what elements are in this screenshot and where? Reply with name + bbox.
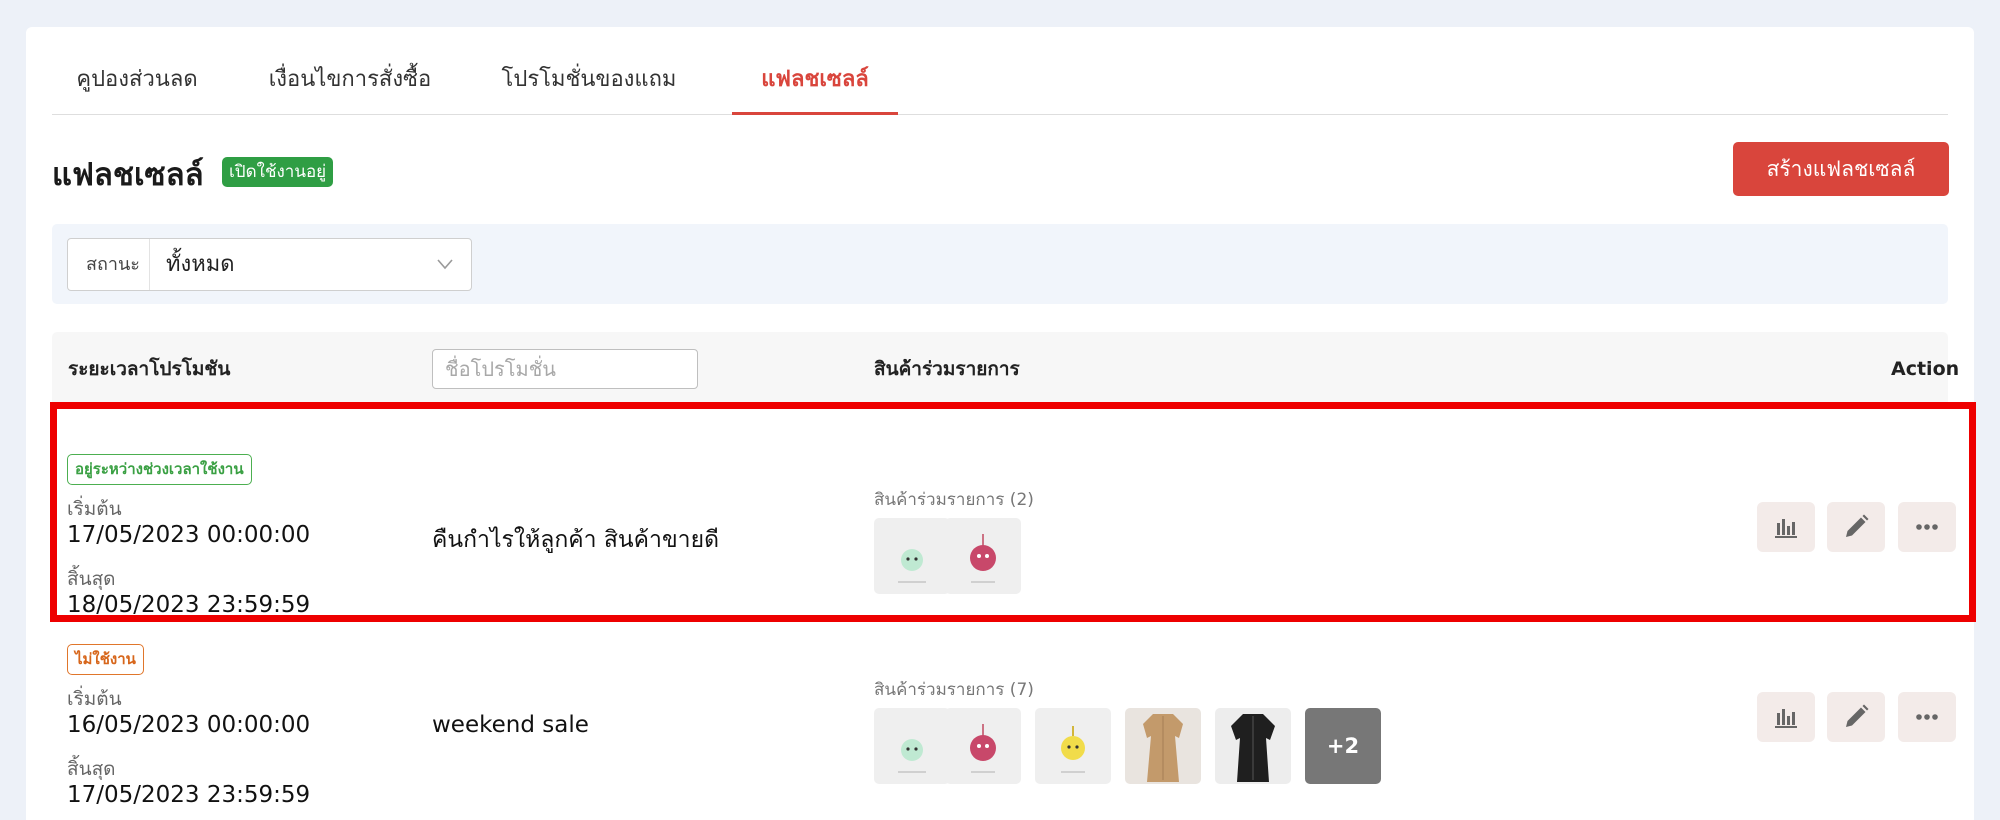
- status-badge: เปิดใช้งานอยู่: [222, 157, 334, 187]
- end-datetime: 17/05/2023 23:59:59: [67, 782, 311, 808]
- row-state-badge: ไม่ใช้งาน: [67, 644, 144, 675]
- column-action: Action: [1891, 358, 1960, 380]
- pink-plush-icon: [970, 534, 996, 583]
- end-label: สิ้นสุด: [67, 758, 116, 780]
- yellow-plush-icon: [1061, 726, 1085, 773]
- product-thumbnail[interactable]: [945, 518, 1021, 594]
- products-count-label: สินค้าร่วมรายการ (2): [874, 490, 1034, 510]
- tan-dress-icon: [1143, 714, 1183, 782]
- status-select-value: ทั้งหมด: [166, 252, 235, 277]
- row-state-badge: อยู่ระหว่างช่วงเวลาใช้งาน: [67, 454, 252, 485]
- start-datetime: 16/05/2023 00:00:00: [67, 712, 311, 738]
- status-select-label: สถานะ: [86, 254, 140, 275]
- product-thumbnail[interactable]: [1215, 708, 1291, 784]
- tab-flash-sale[interactable]: แฟลชเซลล์: [732, 61, 898, 115]
- edit-icon: [1846, 514, 1869, 537]
- tab-bar: คูปองส่วนลด เงื่อนไขการสั่งซื้อ โปรโมชั่…: [52, 27, 1948, 115]
- pink-plush-icon: [970, 724, 996, 773]
- product-thumbnail[interactable]: [1125, 708, 1201, 784]
- table-row: ไม่ใช้งาน เริ่มต้น 16/05/2023 00:00:00 ส…: [52, 618, 1956, 820]
- black-dress-icon: [1231, 714, 1275, 782]
- start-label: เริ่มต้น: [67, 688, 122, 710]
- product-thumbnail[interactable]: [874, 518, 950, 594]
- more-products-count: +2: [1326, 734, 1360, 758]
- table-row: อยู่ระหว่างช่วงเวลาใช้งาน เริ่มต้น 17/05…: [52, 406, 1956, 618]
- start-datetime: 17/05/2023 00:00:00: [67, 522, 311, 548]
- stats-button[interactable]: [1757, 692, 1815, 742]
- select-divider: [149, 239, 150, 290]
- edit-button[interactable]: [1827, 502, 1885, 552]
- more-products-thumbnail[interactable]: +2: [1305, 708, 1381, 784]
- stats-icon: [1775, 519, 1797, 538]
- product-thumbnail[interactable]: [874, 708, 950, 784]
- chevron-down-icon: [437, 259, 453, 270]
- green-plush-icon: [898, 549, 926, 583]
- more-icon: [1916, 524, 1938, 530]
- stats-icon: [1775, 709, 1797, 728]
- promotion-name: weekend sale: [432, 712, 589, 738]
- end-datetime: 18/05/2023 23:59:59: [67, 592, 311, 618]
- promotion-name: คืนกำไรให้ลูกค้า สินค้าขายดี: [432, 527, 720, 553]
- tab-order-condition[interactable]: เงื่อนไขการสั่งซื้อ: [252, 61, 448, 115]
- tab-coupon[interactable]: คูปองส่วนลด: [74, 61, 200, 115]
- edit-button[interactable]: [1827, 692, 1885, 742]
- end-label: สิ้นสุด: [67, 568, 116, 590]
- more-icon: [1916, 714, 1938, 720]
- promotion-name-search-input[interactable]: [432, 349, 698, 389]
- more-options-button[interactable]: [1898, 692, 1956, 742]
- status-select[interactable]: สถานะ ทั้งหมด: [67, 238, 472, 291]
- tab-free-gift[interactable]: โปรโมชั่นของแถม: [492, 61, 686, 115]
- product-thumbnail[interactable]: [945, 708, 1021, 784]
- product-thumbnail[interactable]: [1035, 708, 1111, 784]
- products-count-label: สินค้าร่วมรายการ (7): [874, 680, 1034, 700]
- column-period: ระยะเวลาโปรโมชัน: [68, 358, 231, 380]
- edit-icon: [1846, 704, 1869, 727]
- page-title: แฟลชเซลล์: [52, 157, 204, 193]
- main-card: คูปองส่วนลด เงื่อนไขการสั่งซื้อ โปรโมชั่…: [26, 27, 1974, 820]
- start-label: เริ่มต้น: [67, 498, 122, 520]
- more-options-button[interactable]: [1898, 502, 1956, 552]
- stats-button[interactable]: [1757, 502, 1815, 552]
- create-flash-sale-button[interactable]: สร้างแฟลชเซลล์: [1733, 142, 1949, 196]
- green-plush-icon: [898, 739, 926, 773]
- column-products: สินค้าร่วมรายการ: [874, 358, 1020, 380]
- filter-bar: สถานะ ทั้งหมด: [52, 224, 1948, 304]
- table-header: ระยะเวลาโปรโมชัน สินค้าร่วมรายการ Action: [52, 332, 1959, 406]
